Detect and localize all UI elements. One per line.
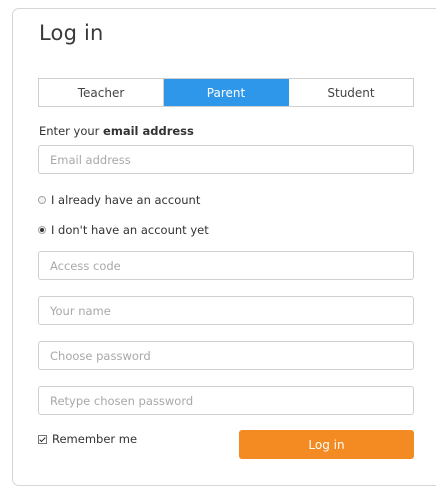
radio-new-account-label: I don't have an account yet [51,223,209,237]
email-input[interactable] [38,145,414,174]
remember-me-checkbox[interactable] [38,434,47,444]
radio-existing-account-label: I already have an account [51,193,201,207]
password-input[interactable] [38,341,414,370]
email-label-bold: email address [103,124,194,138]
radio-new-account-icon[interactable] [38,226,46,234]
radio-existing-account[interactable]: I already have an account [38,193,200,207]
role-tabs: Teacher Parent Student [38,78,414,107]
password-confirm-input[interactable] [38,386,414,415]
name-input[interactable] [38,296,414,325]
tab-student[interactable]: Student [289,79,413,106]
email-label-prefix: Enter your [39,124,104,138]
login-button[interactable]: Log in [239,430,414,459]
tab-parent[interactable]: Parent [164,79,289,106]
radio-new-account[interactable]: I don't have an account yet [38,223,209,237]
email-label: Enter your email address [39,124,194,138]
tab-teacher[interactable]: Teacher [39,79,164,106]
page-title: Log in [39,21,104,45]
radio-existing-account-icon[interactable] [38,196,46,204]
remember-me[interactable]: Remember me [38,432,137,446]
access-code-input[interactable] [38,251,414,280]
remember-me-label: Remember me [52,432,138,446]
